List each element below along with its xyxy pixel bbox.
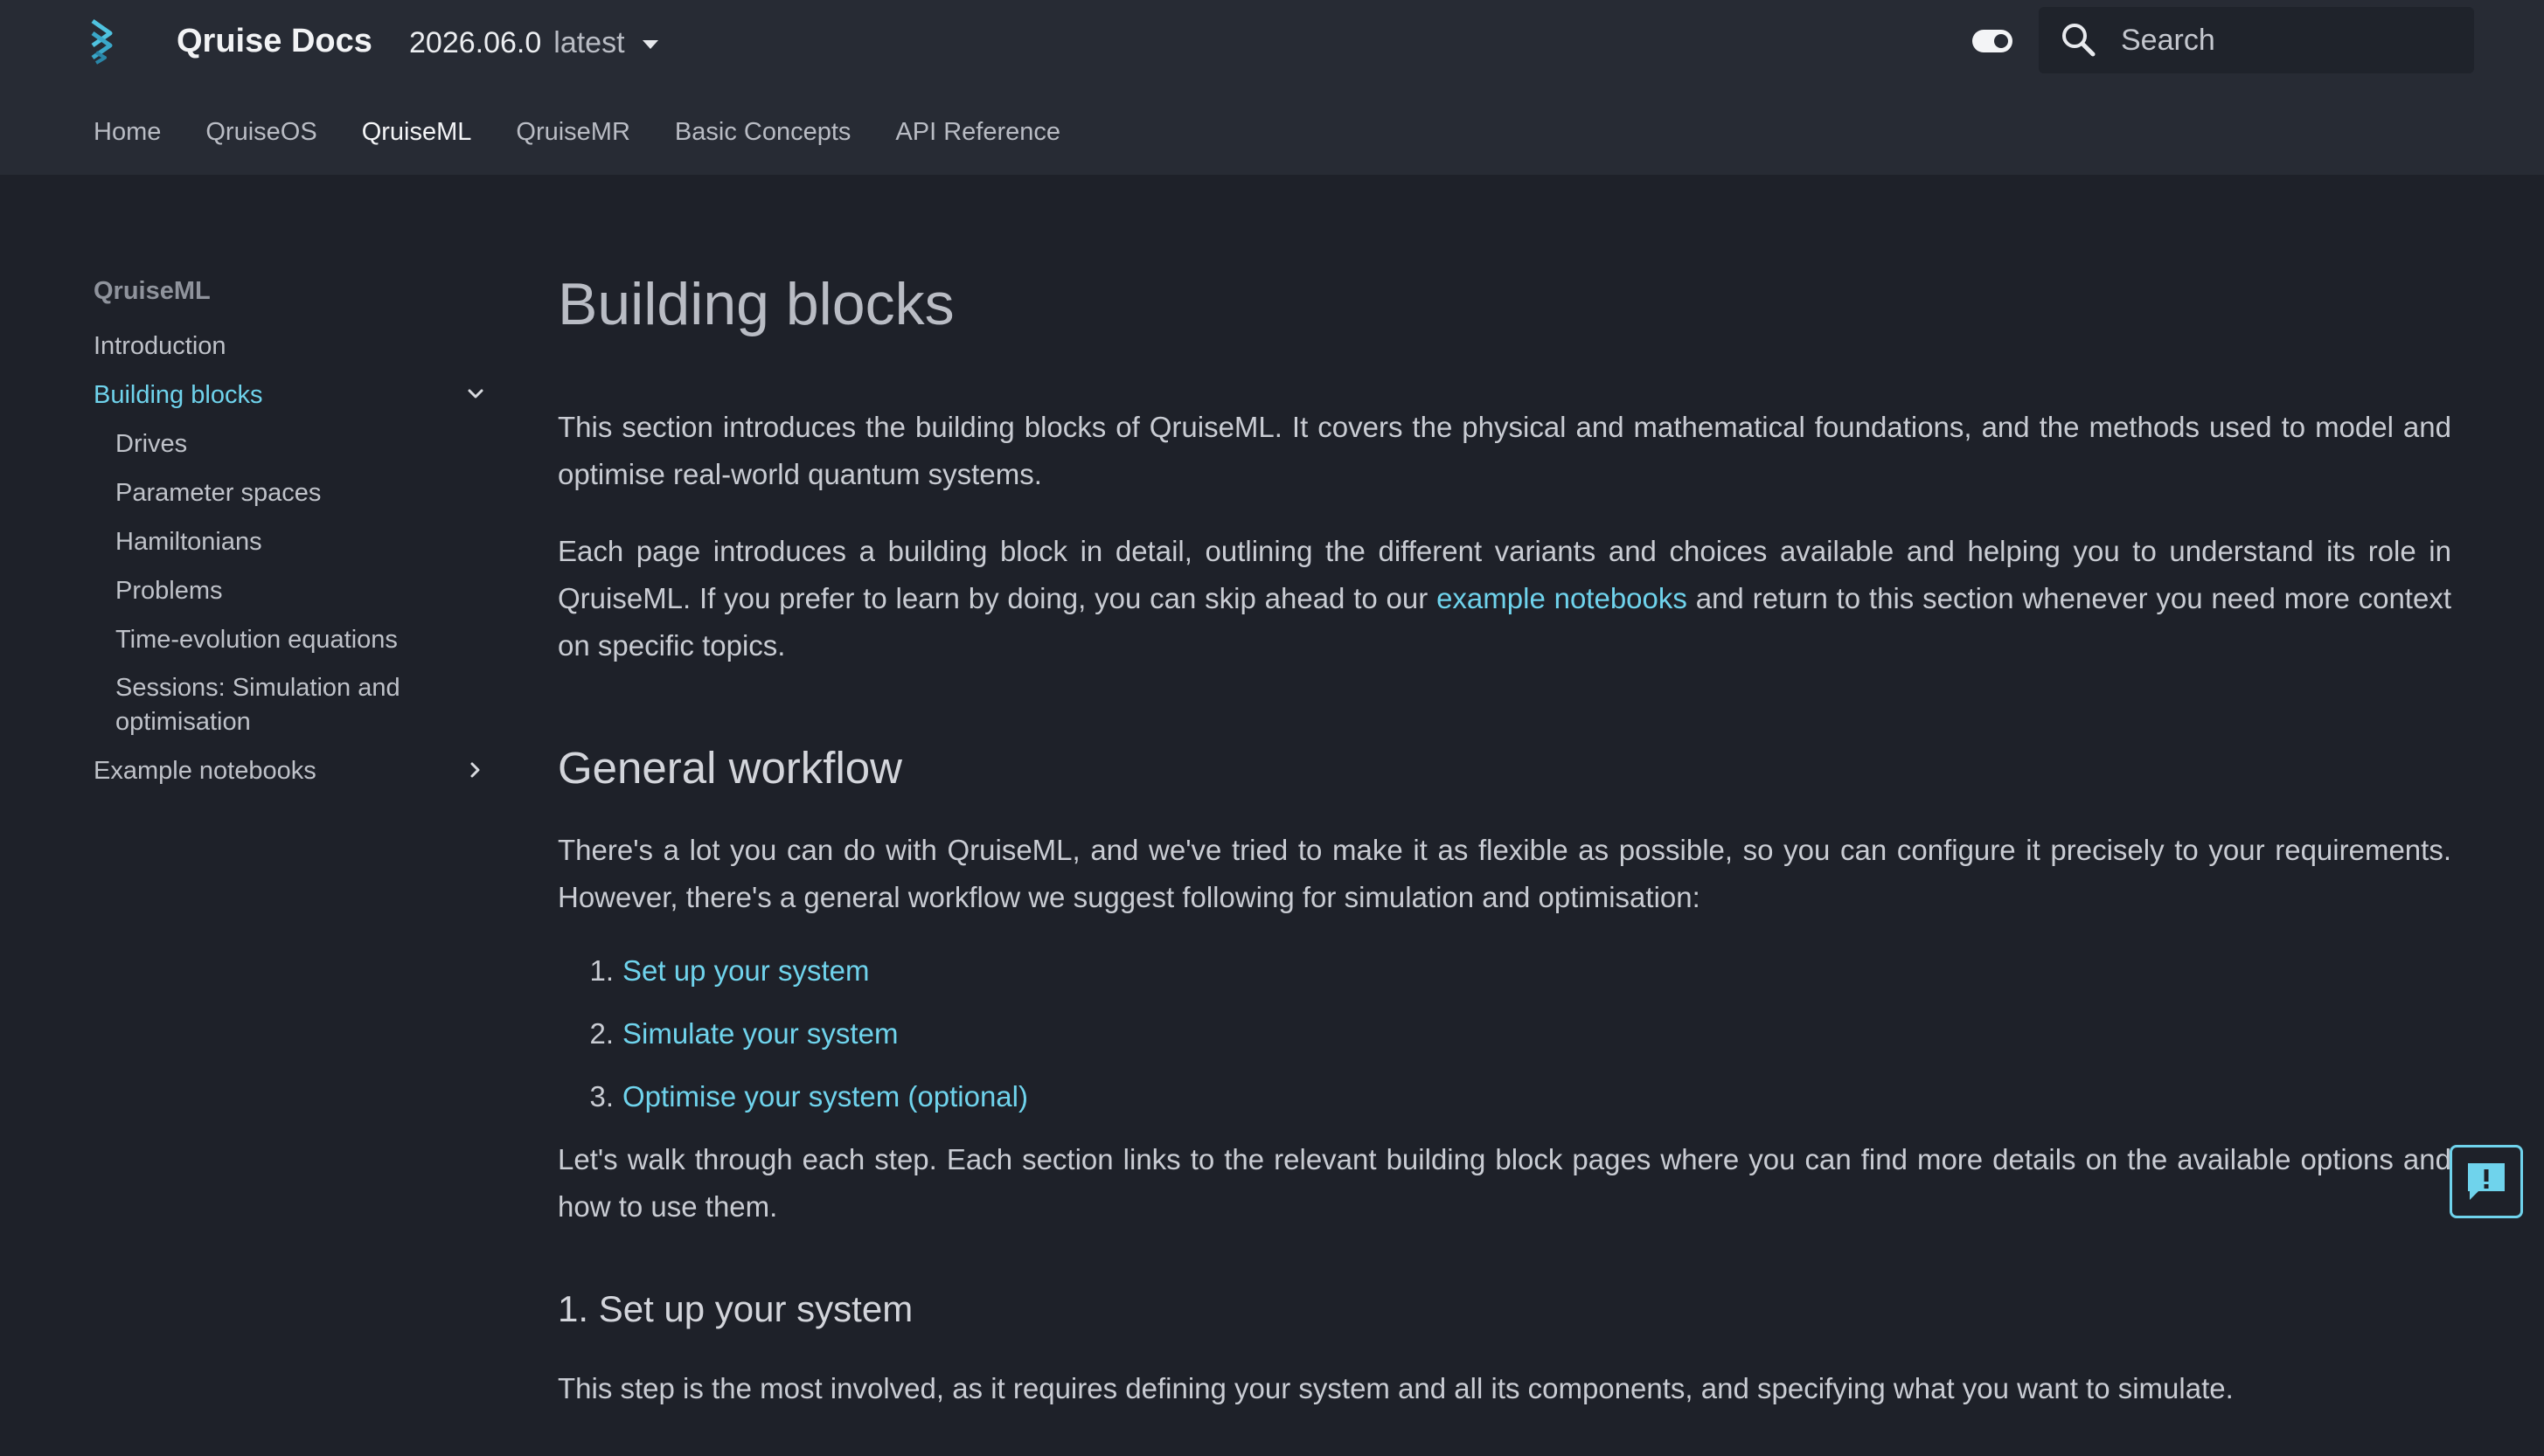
theme-toggle[interactable] <box>1972 30 2012 52</box>
version-number: 2026.06.0 <box>409 26 542 59</box>
search-input[interactable] <box>2119 22 2455 59</box>
workflow-steps-list: 1. Set up your system 2. Simulate your s… <box>558 947 2451 1120</box>
sidebar-item-label: Drives <box>115 430 188 458</box>
list-item: 1. Set up your system <box>558 947 2451 995</box>
sidebar-item-label: Time-evolution equations <box>115 626 398 654</box>
step-number: 3. <box>589 1080 614 1113</box>
sidebar-title: QruiseML <box>94 277 211 305</box>
walkthrough-paragraph: Let's walk through each step. Each secti… <box>558 1143 2451 1223</box>
sidebar-item-label: Parameter spaces <box>115 479 322 507</box>
step-link-simulate[interactable]: Simulate your system <box>622 1010 898 1057</box>
step-link-optimise[interactable]: Optimise your system (optional) <box>622 1073 1028 1120</box>
sidebar-item-label: Introduction <box>94 332 226 360</box>
tab-qruiseos[interactable]: QruiseOS <box>205 112 316 152</box>
qruise-logo-icon[interactable] <box>87 17 122 66</box>
example-notebooks-link[interactable]: example notebooks <box>1436 582 1687 614</box>
sidebar-item-introduction[interactable]: Introduction <box>94 322 487 371</box>
caret-down-icon <box>642 40 658 49</box>
sidebar-item-time-evolution-equations[interactable]: Time-evolution equations <box>94 615 487 664</box>
tab-qruisemr[interactable]: QruiseMR <box>516 112 630 152</box>
version-selector[interactable]: 2026.06.0 latest <box>409 21 658 65</box>
chevron-right-icon[interactable] <box>464 759 487 781</box>
sidebar-nav: QruiseML Introduction Building blocks Dr… <box>94 271 487 795</box>
setup-paragraph: This step is the most involved, as it re… <box>558 1372 2234 1404</box>
sidebar-item-label: Building blocks <box>94 381 263 409</box>
overview-paragraph: Each page introduces a building block in… <box>558 528 2451 669</box>
feedback-button[interactable] <box>2450 1145 2523 1218</box>
list-item: 3. Optimise your system (optional) <box>558 1073 2451 1120</box>
step-number: 1. <box>589 954 614 987</box>
chevron-down-icon[interactable] <box>464 383 487 406</box>
tab-home[interactable]: Home <box>94 112 161 152</box>
sidebar-item-sessions[interactable]: Sessions: Simulation and optimisation <box>94 664 487 746</box>
step-link-setup[interactable]: Set up your system <box>622 947 869 995</box>
sidebar-item-label: Hamiltonians <box>115 528 262 556</box>
sidebar-item-label: Sessions: Simulation and optimisation <box>115 674 400 736</box>
list-item: 2. Simulate your system <box>558 1010 2451 1057</box>
search-icon <box>2062 24 2096 57</box>
version-channel: latest <box>553 26 625 59</box>
nav-tabs: Home QruiseOS QruiseML QruiseMR Basic Co… <box>94 112 1060 152</box>
section-heading-setup: 1. Set up your system <box>558 1288 914 1329</box>
sidebar-item-label: Example notebooks <box>94 757 316 785</box>
sidebar-item-label: Problems <box>115 577 223 605</box>
top-bar: Qruise Docs 2026.06.0 latest Home Qruise… <box>0 0 2544 175</box>
page-title: Building blocks <box>558 271 955 337</box>
tab-api-reference[interactable]: API Reference <box>895 112 1060 152</box>
sidebar-item-example-notebooks[interactable]: Example notebooks <box>94 746 487 795</box>
sidebar-item-hamiltonians[interactable]: Hamiltonians <box>94 517 487 566</box>
feedback-icon <box>2468 1163 2505 1200</box>
intro-paragraph: This section introduces the building blo… <box>558 411 2451 490</box>
section-heading-general-workflow: General workflow <box>558 743 902 793</box>
sidebar-item-problems[interactable]: Problems <box>94 566 487 615</box>
toggle-knob <box>1994 34 2008 48</box>
workflow-paragraph: There's a lot you can do with QruiseML, … <box>558 834 2451 913</box>
search-box[interactable] <box>2039 7 2474 73</box>
site-title[interactable]: Qruise Docs <box>177 19 372 63</box>
tab-basic-concepts[interactable]: Basic Concepts <box>675 112 851 152</box>
sidebar-item-drives[interactable]: Drives <box>94 419 487 468</box>
tab-qruiseml[interactable]: QruiseML <box>362 112 472 152</box>
sidebar-item-building-blocks[interactable]: Building blocks <box>94 371 487 419</box>
main-content: Building blocks This section introduces … <box>558 262 2451 1412</box>
step-number: 2. <box>589 1017 614 1050</box>
sidebar-item-parameter-spaces[interactable]: Parameter spaces <box>94 468 487 517</box>
